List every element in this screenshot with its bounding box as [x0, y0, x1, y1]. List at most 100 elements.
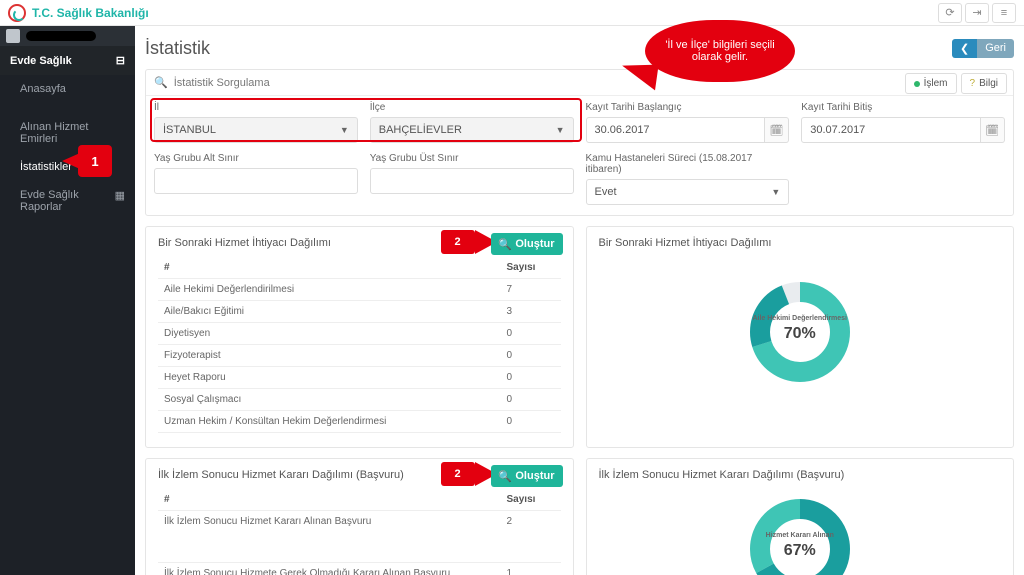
- annotation-badge-2: 2: [441, 230, 475, 254]
- annotation-callout: 'İl ve İlçe' bilgileri seçili olarak gel…: [645, 26, 795, 82]
- calendar-icon[interactable]: 🗓: [981, 117, 1005, 143]
- field-yas-alt: Yaş Grubu Alt Sınır: [154, 153, 358, 205]
- input-start-date[interactable]: [586, 117, 765, 143]
- col-hash: #: [158, 257, 501, 279]
- annotation-badge-1: 1: [78, 145, 112, 177]
- tab-islem[interactable]: İşlem: [905, 73, 957, 94]
- olustur-label: Oluştur: [515, 238, 554, 250]
- table-dagilim-1: #Sayısı Aile Hekimi Değerlendirilmesi7Ai…: [158, 257, 561, 433]
- avatar: [6, 29, 20, 43]
- table-row: Diyetisyen0: [158, 323, 561, 345]
- back-button[interactable]: ❮ Geri: [952, 39, 1014, 58]
- panel-title: Bir Sonraki Hizmet İhtiyacı Dağılımı: [158, 237, 331, 249]
- field-end-date: Kayıt Tarihi Bitiş 🗓: [801, 102, 1005, 143]
- search-title: İstatistik Sorgulama: [174, 77, 1005, 89]
- field-start-date: Kayıt Tarihi Başlangıç 🗓: [586, 102, 790, 143]
- menu-icon[interactable]: ≡: [992, 3, 1016, 23]
- user-row: [0, 26, 135, 46]
- page-title: İstatistik: [145, 38, 210, 59]
- title-bar: İstatistik ❮ Geri: [145, 32, 1014, 69]
- calendar-icon[interactable]: 🗓: [765, 117, 789, 143]
- sidebar-item-label: Evde Sağlık Raporlar: [20, 189, 115, 213]
- donut-percent: 67%: [745, 542, 855, 560]
- main-content: 'İl ve İlçe' bilgileri seçili olarak gel…: [135, 26, 1024, 575]
- col-sayisi: Sayısı: [501, 489, 561, 511]
- tab-label: İşlem: [924, 78, 948, 89]
- panel-title: İlk İzlem Sonucu Hizmet Kararı Dağılımı …: [599, 469, 845, 481]
- sidebar-section-header[interactable]: Evde Sağlık ⊟: [0, 46, 135, 75]
- brand: T.C. Sağlık Bakanlığı: [8, 4, 149, 22]
- top-buttons: ⟳ ⇥ ≡: [938, 3, 1016, 23]
- table-row: Aile Hekimi Değerlendirilmesi7: [158, 279, 561, 301]
- back-label: Geri: [977, 39, 1014, 58]
- field-kamu: Kamu Hastaneleri Süreci (15.08.2017 itib…: [586, 153, 790, 205]
- panel-dagilim-1-table: Bir Sonraki Hizmet İhtiyacı Dağılımı 2 🔍…: [145, 226, 574, 448]
- filter-tabs: İşlem ?Bilgi: [905, 73, 1007, 94]
- annotation-badge-2: 2: [441, 462, 475, 486]
- annotation-callout-text: 'İl ve İlçe' bilgileri seçili olarak gel…: [659, 39, 781, 63]
- annotation-arrow-2b: 2: [441, 462, 497, 486]
- label-end-date: Kayıt Tarihi Bitiş: [801, 102, 1005, 113]
- help-icon: ?: [970, 78, 976, 89]
- label-il: İl: [154, 102, 358, 113]
- submenu-icon: ▦: [115, 189, 125, 213]
- donut-chart-1: Aile Hekimi Değerlendirmesi 70%: [745, 277, 855, 387]
- table-row: Fizyoterapist0: [158, 345, 561, 367]
- input-end-date[interactable]: [801, 117, 980, 143]
- sidebar: Evde Sağlık ⊟ Anasayfa Alınan Hizmet Emi…: [0, 26, 135, 575]
- donut-chart-2: Hizmet Kararı Alınan 67%: [745, 494, 855, 575]
- table-row: İlk İzlem Sonucu Hizmet Kararı Alınan Ba…: [158, 511, 561, 563]
- search-icon: 🔍: [498, 238, 512, 251]
- panel-title: Bir Sonraki Hizmet İhtiyacı Dağılımı: [599, 237, 772, 249]
- top-bar: T.C. Sağlık Bakanlığı ⟳ ⇥ ≡: [0, 0, 1024, 26]
- logout-icon[interactable]: ⇥: [965, 3, 989, 23]
- label-kamu: Kamu Hastaneleri Süreci (15.08.2017 itib…: [586, 153, 790, 175]
- table-row: Sosyal Çalışmacı0: [158, 389, 561, 411]
- col-hash: #: [158, 489, 501, 511]
- refresh-icon[interactable]: ⟳: [938, 3, 962, 23]
- select-kamu[interactable]: Evet ▼: [586, 179, 790, 205]
- panel-dagilim-1-chart: Bir Sonraki Hizmet İhtiyacı Dağılımı Ail…: [586, 226, 1015, 448]
- olustur-button[interactable]: 🔍Oluştur: [491, 465, 562, 487]
- search-icon: 🔍: [154, 76, 168, 89]
- select-il[interactable]: İSTANBUL▼: [154, 117, 358, 143]
- table-row: Aile/Bakıcı Eğitimi3: [158, 301, 561, 323]
- field-ilce: İlçe BAHÇELİEVLER▼: [370, 102, 574, 143]
- collapse-icon: ⊟: [116, 54, 125, 67]
- tab-label: Bilgi: [979, 78, 998, 89]
- sidebar-section-label: Evde Sağlık: [10, 55, 72, 67]
- olustur-button[interactable]: 🔍Oluştur: [491, 233, 562, 255]
- label-yas-ust: Yaş Grubu Üst Sınır: [370, 153, 574, 164]
- input-yas-ust[interactable]: [370, 168, 574, 194]
- chevron-down-icon: ▼: [771, 187, 780, 197]
- panel-dagilim-2-table: İlk İzlem Sonucu Hizmet Kararı Dağılımı …: [145, 458, 574, 575]
- select-kamu-value: Evet: [595, 186, 617, 198]
- back-chevron-icon: ❮: [952, 39, 977, 58]
- field-yas-ust: Yaş Grubu Üst Sınır: [370, 153, 574, 205]
- donut-label: Aile Hekimi Değerlendirmesi: [745, 315, 855, 322]
- table-row: İlk İzlem Sonucu Hizmete Gerek Olmadığı …: [158, 563, 561, 575]
- brand-logo-icon: [8, 4, 26, 22]
- sidebar-item-raporlar[interactable]: Evde Sağlık Raporlar ▦: [0, 181, 135, 221]
- donut-percent: 70%: [745, 325, 855, 343]
- select-il-value: İSTANBUL: [163, 124, 216, 136]
- label-yas-alt: Yaş Grubu Alt Sınır: [154, 153, 358, 164]
- panel-dagilim-2-chart: İlk İzlem Sonucu Hizmet Kararı Dağılımı …: [586, 458, 1015, 575]
- annotation-arrow-2: 2: [441, 230, 497, 254]
- select-ilce[interactable]: BAHÇELİEVLER▼: [370, 117, 574, 143]
- field-il: İl İSTANBUL▼: [154, 102, 358, 143]
- tab-bilgi[interactable]: ?Bilgi: [961, 73, 1007, 94]
- filters-grid: İl İSTANBUL▼ İlçe BAHÇELİEVLER▼ Kayıt Ta…: [146, 96, 1013, 215]
- search-row: 🔍 İstatistik Sorgulama İşlem ?Bilgi: [146, 70, 1013, 96]
- sidebar-item-anasayfa[interactable]: Anasayfa: [0, 75, 135, 103]
- sidebar-item-alinan-hizmet[interactable]: Alınan Hizmet Emirleri: [0, 113, 135, 153]
- table-row: Heyet Raporu0: [158, 367, 561, 389]
- donut-label: Hizmet Kararı Alınan: [745, 532, 855, 539]
- input-yas-alt[interactable]: [154, 168, 358, 194]
- brand-text: T.C. Sağlık Bakanlığı: [32, 6, 149, 20]
- table-dagilim-2: #Sayısı İlk İzlem Sonucu Hizmet Kararı A…: [158, 489, 561, 575]
- user-name-redacted: [26, 31, 96, 41]
- label-ilce: İlçe: [370, 102, 574, 113]
- chevron-down-icon: ▼: [556, 125, 565, 135]
- label-start-date: Kayıt Tarihi Başlangıç: [586, 102, 790, 113]
